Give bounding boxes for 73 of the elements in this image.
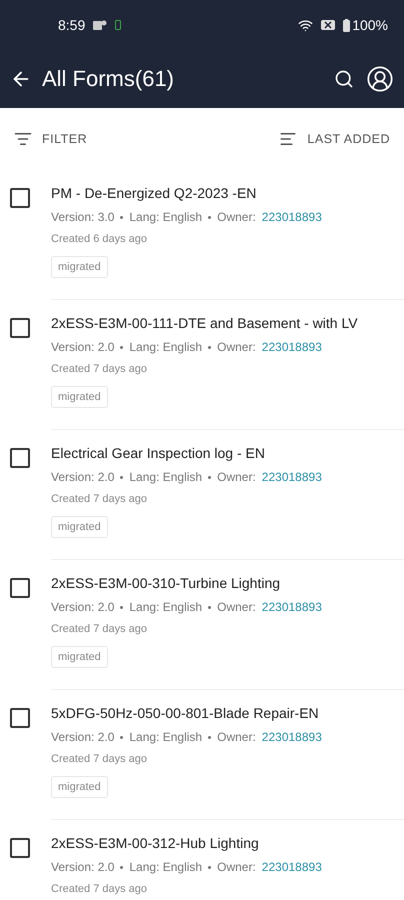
wifi-icon bbox=[298, 18, 314, 32]
owner-link[interactable]: 223018893 bbox=[262, 600, 322, 614]
page-title: All Forms(61) bbox=[42, 66, 176, 92]
form-title[interactable]: 5xDFG-50Hz-050-00-801-Blade Repair-EN bbox=[51, 704, 404, 722]
tag: migrated bbox=[51, 386, 108, 408]
owner-label: Owner: bbox=[217, 470, 256, 484]
language-text: Lang: English bbox=[129, 210, 202, 224]
bullet-icon bbox=[120, 216, 124, 218]
checkbox[interactable] bbox=[10, 578, 30, 598]
bullet-icon bbox=[208, 346, 212, 348]
tag: migrated bbox=[51, 776, 108, 798]
bullet-icon bbox=[120, 606, 124, 608]
owner-link[interactable]: 223018893 bbox=[262, 470, 322, 484]
bullet-icon bbox=[208, 216, 212, 218]
owner-link[interactable]: 223018893 bbox=[262, 340, 322, 354]
version-text: Version: 3.0 bbox=[51, 210, 114, 224]
created-date: Created 7 days ago bbox=[51, 623, 148, 635]
sort-button[interactable]: LAST ADDED bbox=[277, 128, 392, 150]
language-text: Lang: English bbox=[129, 730, 202, 744]
version-text: Version: 2.0 bbox=[51, 600, 114, 614]
notification-icon bbox=[115, 20, 122, 30]
bullet-icon bbox=[208, 606, 212, 608]
tag: migrated bbox=[51, 256, 108, 278]
language-text: Lang: English bbox=[129, 470, 202, 484]
data-saver-icon bbox=[321, 19, 336, 31]
checkbox[interactable] bbox=[10, 838, 30, 858]
filter-button[interactable]: FILTER bbox=[12, 128, 90, 150]
checkbox[interactable] bbox=[10, 188, 30, 208]
form-title[interactable]: PM - De-Energized Q2-2023 -EN bbox=[51, 184, 404, 202]
owner-link[interactable]: 223018893 bbox=[262, 730, 322, 744]
form-title[interactable]: Electrical Gear Inspection log - EN bbox=[51, 444, 404, 462]
owner-link[interactable]: 223018893 bbox=[262, 860, 322, 874]
user-icon bbox=[366, 65, 394, 93]
search-icon bbox=[334, 69, 354, 89]
filter-icon bbox=[14, 130, 32, 148]
bullet-icon bbox=[120, 476, 124, 478]
language-text: Lang: English bbox=[129, 600, 202, 614]
checkbox[interactable] bbox=[10, 318, 30, 338]
owner-label: Owner: bbox=[217, 600, 256, 614]
created-date: Created 7 days ago bbox=[51, 883, 148, 895]
created-date: Created 7 days ago bbox=[51, 753, 148, 765]
bullet-icon bbox=[120, 346, 124, 348]
tag: migrated bbox=[51, 516, 108, 538]
checkbox[interactable] bbox=[10, 708, 30, 728]
battery-percent: 100% bbox=[352, 17, 388, 33]
version-text: Version: 2.0 bbox=[51, 340, 114, 354]
form-title[interactable]: 2xESS-E3M-00-111-DTE and Basement - with LV bbox=[51, 314, 404, 332]
bullet-icon bbox=[208, 736, 212, 738]
bullet-icon bbox=[120, 736, 124, 738]
form-title[interactable]: 2xESS-E3M-00-312-Hub Lighting bbox=[51, 834, 404, 852]
sort-icon bbox=[279, 130, 298, 148]
bullet-icon bbox=[120, 866, 124, 868]
bullet-icon bbox=[208, 866, 212, 868]
form-title[interactable]: 2xESS-E3M-00-310-Turbine Lighting bbox=[51, 574, 404, 592]
created-date: Created 6 days ago bbox=[51, 233, 148, 245]
owner-label: Owner: bbox=[217, 860, 256, 874]
version-text: Version: 2.0 bbox=[51, 730, 114, 744]
version-text: Version: 2.0 bbox=[51, 470, 114, 484]
battery-icon bbox=[343, 18, 350, 32]
version-text: Version: 2.0 bbox=[51, 860, 114, 874]
bullet-icon bbox=[208, 476, 212, 478]
owner-label: Owner: bbox=[217, 210, 256, 224]
checkbox[interactable] bbox=[10, 448, 30, 468]
tag: migrated bbox=[51, 646, 108, 668]
owner-link[interactable]: 223018893 bbox=[262, 210, 322, 224]
created-date: Created 7 days ago bbox=[51, 363, 148, 375]
created-date: Created 7 days ago bbox=[51, 493, 148, 505]
language-text: Lang: English bbox=[129, 860, 202, 874]
status-time: 8:59 bbox=[58, 17, 86, 33]
owner-label: Owner: bbox=[217, 340, 256, 354]
app-icon bbox=[93, 19, 108, 31]
language-text: Lang: English bbox=[129, 340, 202, 354]
owner-label: Owner: bbox=[217, 730, 256, 744]
